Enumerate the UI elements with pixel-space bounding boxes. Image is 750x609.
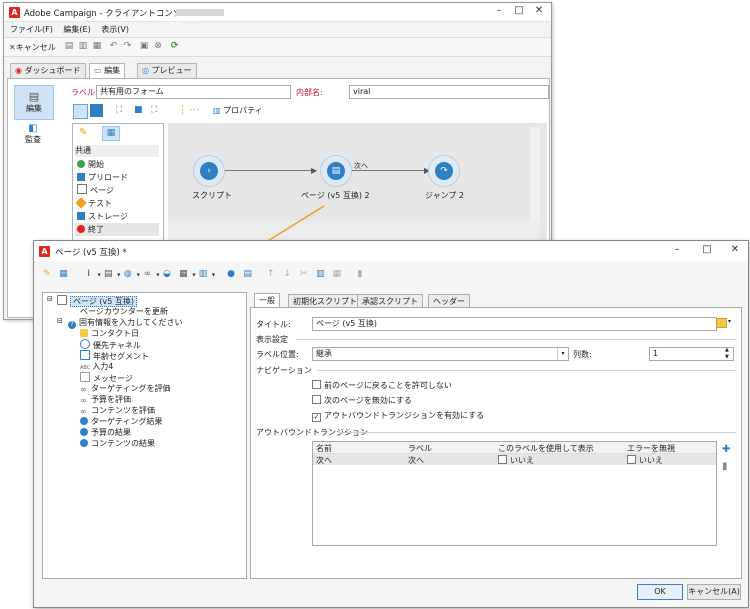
checkbox-disable-next[interactable]: 次のページを無効にする [312, 395, 412, 406]
move-down-icon[interactable]: ↓ [282, 269, 292, 279]
title-picker-icon[interactable] [716, 318, 727, 328]
col-ignore-errors: エラーを無視 [627, 444, 675, 453]
link-icon: ∞ [80, 385, 87, 394]
title-input[interactable]: ページ (v5 互換) [312, 317, 717, 331]
copy-icon[interactable]: ▥ [315, 269, 325, 279]
tree-item-contact-date[interactable]: コンタクト日 [80, 328, 139, 339]
globe-icon[interactable]: ◍ [123, 269, 133, 279]
structure-tree: ⊟ ページ (v5 互換) ページカウンターを更新 ⊟ ? 固有情報を入力してくだ… [42, 292, 247, 579]
paste-icon[interactable]: ▦ [332, 269, 342, 279]
label-position-label: ラベル位置: [256, 350, 299, 359]
tree-item-eval-budget[interactable]: ∞ 予算を評価 [80, 394, 131, 405]
dialog-title-bar: A ページ (v5 互換) * – □ ✕ [34, 241, 748, 261]
radio-icon [80, 339, 90, 349]
title-label: タイトル: [256, 320, 291, 329]
tree-root-page[interactable]: ページ (v5 互換) [57, 295, 137, 307]
adobe-logo-icon: A [39, 246, 50, 257]
table-icon[interactable]: ▦ [178, 269, 188, 279]
link-icon: ∞ [80, 407, 87, 416]
dialog-toolbar: ✎ ▦ I ▾ ▤ ▾ ◍ ▾ ∞ ▾ ◒ ▦ ▾ ▥ ▾ ● ▤ ↑ ↓ ✂ ▥ ▦ ▮ [42, 269, 742, 285]
tab-init-script[interactable]: 初期化スクリプト [288, 294, 362, 308]
navigation-section: ナビゲーション [256, 366, 312, 375]
user-icon[interactable]: ● [226, 269, 236, 279]
globe-icon [80, 417, 88, 425]
link-icon[interactable]: ∞ [142, 269, 152, 279]
checkbox-box [312, 395, 321, 404]
link-icon: ∞ [80, 396, 87, 405]
tree-icon[interactable]: ▦ [59, 269, 69, 279]
dialog-close-icon[interactable]: ✕ [728, 244, 742, 255]
tab-general[interactable]: 一般 [254, 293, 280, 308]
abc-icon: ABC [80, 365, 91, 371]
checkbox-checked: ✓ [312, 413, 321, 422]
columns-label: 列数: [573, 350, 592, 359]
list-icon [80, 350, 90, 360]
tree-item-eval-content[interactable]: ∞ コンテンツを評価 [80, 405, 155, 416]
question-icon: ? [68, 321, 76, 329]
globe-icon [80, 439, 88, 447]
wand-icon[interactable]: ✎ [42, 269, 52, 279]
delete-transition-icon[interactable]: ▮ [722, 461, 728, 472]
move-up-icon[interactable]: ↑ [266, 269, 276, 279]
dialog-title: ページ (v5 互換) * [55, 248, 127, 258]
col-name: 名前 [316, 444, 332, 453]
tab-header[interactable]: ヘッダー [428, 294, 470, 308]
checkbox-enable-outbound[interactable]: ✓ アウトバウンドトランジションを有効にする [312, 410, 484, 422]
tree-item-preferred-channel[interactable]: 優先チャネル [80, 339, 141, 350]
display-settings-section: 表示設定 [256, 335, 288, 344]
dialog-minimize-icon[interactable]: – [670, 244, 684, 255]
add-transition-icon[interactable]: ✚ [722, 444, 730, 455]
tree-item-targeting-result[interactable]: ターゲティング結果 [80, 416, 163, 427]
text-input-icon[interactable]: I [84, 269, 94, 279]
page-icon [57, 295, 67, 305]
collapse-root-icon[interactable]: ⊟ [47, 295, 53, 303]
label-position-select[interactable]: 継承 ▾ [312, 347, 569, 361]
navigation-divider [317, 370, 736, 371]
page-properties-dialog: A ページ (v5 互換) * – □ ✕ ✎ ▦ I ▾ ▤ ▾ ◍ ▾ ∞ ▾ ◒ … [33, 240, 749, 608]
tab-approval-script[interactable]: 承認スクリプト [357, 294, 423, 308]
display-settings-divider [296, 339, 736, 340]
checkbox-box [312, 380, 321, 389]
transitions-table: 名前 ラベル このラベルを使用して表示 エラーを無視 次へ 次へ いいえ いいえ [312, 441, 717, 546]
table-row[interactable]: 次へ 次へ いいえ いいえ [313, 454, 716, 465]
col-label: ラベル [408, 444, 432, 453]
checkbox-disable-back[interactable]: 前のページに戻ることを許可しない [312, 380, 452, 391]
tree-item-input4[interactable]: ABC 入力4 [80, 361, 113, 372]
table-header: 名前 ラベル このラベルを使用して表示 エラーを無視 [313, 442, 716, 454]
select-arrow-icon: ▾ [557, 348, 568, 360]
tree-item-message[interactable]: メッセージ [80, 372, 133, 383]
calendar-icon [80, 329, 88, 337]
col-use-label: このラベルを使用して表示 [498, 444, 594, 453]
collapse-node-icon[interactable]: ⊟ [57, 317, 63, 325]
outbound-divider [340, 432, 736, 433]
tree-item-counter[interactable]: ページカウンターを更新 [80, 306, 168, 317]
columns-icon[interactable]: ▥ [198, 269, 208, 279]
tree-item-budget-result[interactable]: 予算の結果 [80, 427, 131, 438]
tree-item-personal-info[interactable]: ? 固有情報を入力してください [68, 317, 183, 329]
checkbox-box[interactable] [498, 455, 507, 464]
list-icon[interactable]: ▤ [103, 269, 113, 279]
tree-item-content-result[interactable]: コンテンツの結果 [80, 438, 155, 449]
dropdown-arrow-icon: ▾ [97, 271, 101, 279]
container-icon[interactable]: ◒ [162, 269, 172, 279]
properties-icon[interactable]: ▤ [243, 269, 253, 279]
ok-button[interactable]: OK [637, 584, 683, 600]
title-picker-arrow-icon[interactable]: ▾ [728, 318, 731, 325]
trash-icon[interactable]: ▮ [355, 269, 365, 279]
text-icon [80, 372, 90, 382]
tree-item-eval-targeting[interactable]: ∞ ターゲティングを評価 [80, 383, 171, 394]
cancel-button[interactable]: キャンセル(A) [687, 584, 741, 600]
globe-icon [80, 428, 88, 436]
cut-icon[interactable]: ✂ [299, 269, 309, 279]
checkbox-box[interactable] [627, 455, 636, 464]
dialog-maximize-icon[interactable]: □ [700, 244, 714, 255]
columns-input[interactable]: 1 [649, 347, 734, 361]
tree-item-age-segment[interactable]: 年齢セグメント [80, 350, 149, 361]
columns-spinner-icon[interactable]: ▲ ▼ [725, 347, 729, 361]
